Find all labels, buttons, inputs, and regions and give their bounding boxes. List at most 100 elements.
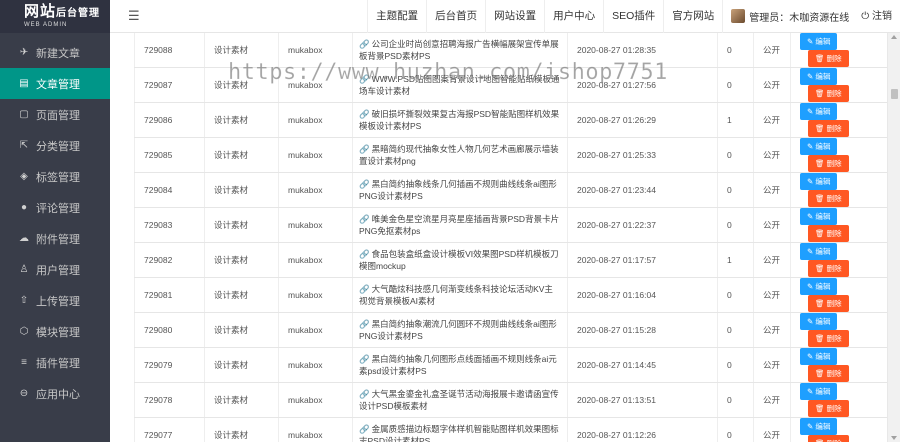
delete-button[interactable]: 🗑 删除 [808, 85, 849, 102]
sidebar-item-2[interactable]: ▢ 页面管理 [0, 99, 110, 130]
sidebar-item-label: 附件管理 [36, 233, 80, 246]
delete-button[interactable]: 🗑 删除 [808, 330, 849, 347]
edit-button[interactable]: ✎ 编辑 [800, 243, 838, 261]
cell-title[interactable]: 🔗 黑暗简约现代抽象女性人物几何艺术画廊展示墙装置设计素材png [352, 137, 568, 174]
cell-category: 设计素材 [204, 137, 279, 174]
delete-label: 删除 [826, 264, 842, 274]
cell-count: 0 [717, 172, 754, 209]
edit-button[interactable]: ✎ 编辑 [800, 68, 838, 86]
cell-status: 公开 [753, 67, 791, 104]
cell-actions: ✎ 编辑🗑 删除 [790, 102, 891, 139]
cell-title[interactable]: 🔗 大气酷炫科技感几何渐变线条科技论坛活动KV主视觉背景模板AI素材 [352, 277, 568, 314]
menu-fold-icon[interactable]: ☰ [128, 8, 152, 24]
edit-button[interactable]: ✎ 编辑 [800, 418, 838, 436]
delete-label: 删除 [826, 334, 842, 344]
cell-count: 0 [717, 33, 754, 69]
cell-category: 设计素材 [204, 347, 279, 384]
delete-button[interactable]: 🗑 删除 [808, 155, 849, 172]
edit-button[interactable]: ✎ 编辑 [800, 383, 838, 401]
trash-icon: 🗑 [815, 194, 827, 204]
cell-title[interactable]: 🔗 公司企业时尚创意招聘海报广告横幅展架宣传单展板背景PSD素材PS [352, 33, 568, 69]
module-icon: ⬡ [19, 326, 29, 337]
edit-button[interactable]: ✎ 编辑 [800, 348, 838, 366]
table-row: 729087 设计素材 mukabox 🔗 WWW.PSD贴图图案背景设计地图智能贴纸模… [134, 67, 891, 104]
edit-button[interactable]: ✎ 编辑 [800, 208, 838, 226]
cell-title[interactable]: 🔗 WWW.PSD贴图图案背景设计地图智能贴纸模板通场车设计素材 [352, 67, 568, 104]
sidebar-item-5[interactable]: ● 评论管理 [0, 192, 110, 223]
cell-author: mukabox [278, 67, 353, 104]
logo[interactable]: 网站后台管理 WEB ADMIN [0, 0, 110, 33]
cell-title[interactable]: 🔗 唯美金色星空流星月亮星座插画背景PSD背景卡片PNG免抠素材ps [352, 207, 568, 244]
vertical-scrollbar[interactable] [887, 33, 900, 442]
cell-title[interactable]: 🔗 大气黑金鎏金礼盒圣诞节活动海报展卡邀请函宣传设计PSD模板素材 [352, 382, 568, 419]
sidebar-item-6[interactable]: ☁ 附件管理 [0, 223, 110, 254]
cell-author: mukabox [278, 382, 353, 419]
sidebar-item-10[interactable]: ≡ 插件管理 [0, 347, 110, 378]
logout-button[interactable]: ⏻ 注销 [857, 0, 900, 33]
cell-count: 0 [717, 207, 754, 244]
scroll-thumb[interactable] [891, 89, 898, 99]
attachment-icon: ☁ [19, 233, 29, 244]
delete-button[interactable]: 🗑 删除 [808, 50, 849, 67]
edit-button[interactable]: ✎ 编辑 [800, 33, 838, 51]
cell-category: 设计素材 [204, 382, 279, 419]
table-row: 729084 设计素材 mukabox 🔗 黑白简约抽象线条几何插画不规则曲线线条ai图… [134, 172, 891, 209]
sidebar-item-7[interactable]: ♙ 用户管理 [0, 254, 110, 285]
delete-label: 删除 [826, 369, 842, 379]
sidebar-item-8[interactable]: ⇧ 上传管理 [0, 285, 110, 316]
header-link-0[interactable]: 主题配置 [367, 0, 426, 33]
table-row: 729078 设计素材 mukabox 🔗 大气黑金鎏金礼盒圣诞节活动海报展卡邀请函宣传… [134, 382, 891, 419]
cell-count: 0 [717, 137, 754, 174]
link-icon: 🔗 [359, 39, 370, 50]
delete-button[interactable]: 🗑 删除 [808, 435, 849, 442]
header-link-5[interactable]: 官方网站 [663, 0, 722, 33]
header-link-2[interactable]: 网站设置 [485, 0, 544, 33]
cell-title[interactable]: 🔗 食品包装盒纸盒设计模板VI效果图PSD样机模板刀模图mockup [352, 242, 568, 279]
delete-label: 删除 [826, 299, 842, 309]
sidebar-item-11[interactable]: ⊖ 应用中心 [0, 378, 110, 409]
cell-author: mukabox [278, 102, 353, 139]
cell-author: mukabox [278, 277, 353, 314]
cell-date: 2020-08-27 01:16:04 [567, 277, 718, 314]
cell-title[interactable]: 🔗 破旧损坏撕裂效果复古海报PSD智能贴图样机效果模板设计素材PS [352, 102, 568, 139]
header-link-1[interactable]: 后台首页 [426, 0, 485, 33]
header-link-4[interactable]: SEO插件 [603, 0, 663, 33]
edit-button[interactable]: ✎ 编辑 [800, 138, 838, 156]
scroll-down-arrow-icon[interactable] [891, 436, 897, 440]
sidebar-item-1[interactable]: ▤ 文章管理 [0, 68, 110, 99]
sidebar-item-label: 分类管理 [36, 140, 80, 153]
delete-button[interactable]: 🗑 删除 [808, 260, 849, 277]
link-icon: 🔗 [359, 249, 370, 260]
sidebar-item-label: 评论管理 [36, 202, 80, 215]
edit-button[interactable]: ✎ 编辑 [800, 173, 838, 191]
sidebar-item-0[interactable]: ✈ 新建文章 [0, 37, 110, 68]
cell-date: 2020-08-27 01:14:45 [567, 347, 718, 384]
cell-count: 0 [717, 347, 754, 384]
sidebar-item-4[interactable]: ◈ 标签管理 [0, 161, 110, 192]
edit-button[interactable]: ✎ 编辑 [800, 313, 838, 331]
delete-button[interactable]: 🗑 删除 [808, 365, 849, 382]
cell-id: 729081 [134, 277, 205, 314]
delete-button[interactable]: 🗑 删除 [808, 225, 849, 242]
header-link-3[interactable]: 用户中心 [544, 0, 603, 33]
cell-date: 2020-08-27 01:17:57 [567, 242, 718, 279]
delete-button[interactable]: 🗑 删除 [808, 400, 849, 417]
edit-label: 编辑 [815, 72, 831, 82]
trash-icon: 🗑 [815, 264, 827, 274]
edit-button[interactable]: ✎ 编辑 [800, 103, 838, 121]
cell-title[interactable]: 🔗 黑白简约抽象潮流几何圆环不规则曲线线条ai图形PNG设计素材PS [352, 312, 568, 349]
cell-author: mukabox [278, 312, 353, 349]
cell-title[interactable]: 🔗 黑白简约抽象线条几何插画不规则曲线线条ai图形PNG设计素材PS [352, 172, 568, 209]
sidebar-item-3[interactable]: ⇱ 分类管理 [0, 130, 110, 161]
sidebar-item-label: 用户管理 [36, 264, 80, 277]
scroll-up-arrow-icon[interactable] [891, 35, 897, 39]
sidebar-item-9[interactable]: ⬡ 模块管理 [0, 316, 110, 347]
cell-title[interactable]: 🔗 金属质感描边标题字体样机智能贴图样机效果图标志PSD设计素材PS [352, 417, 568, 442]
edit-button[interactable]: ✎ 编辑 [800, 278, 838, 296]
delete-button[interactable]: 🗑 删除 [808, 120, 849, 137]
cell-title[interactable]: 🔗 黑白简约抽象几何图形点线面插画不规则线条ai元素psd设计素材PS [352, 347, 568, 384]
delete-button[interactable]: 🗑 删除 [808, 295, 849, 312]
cell-category: 设计素材 [204, 312, 279, 349]
user-menu[interactable]: 管理员：木咖资源在线 [722, 0, 857, 33]
delete-button[interactable]: 🗑 删除 [808, 190, 849, 207]
